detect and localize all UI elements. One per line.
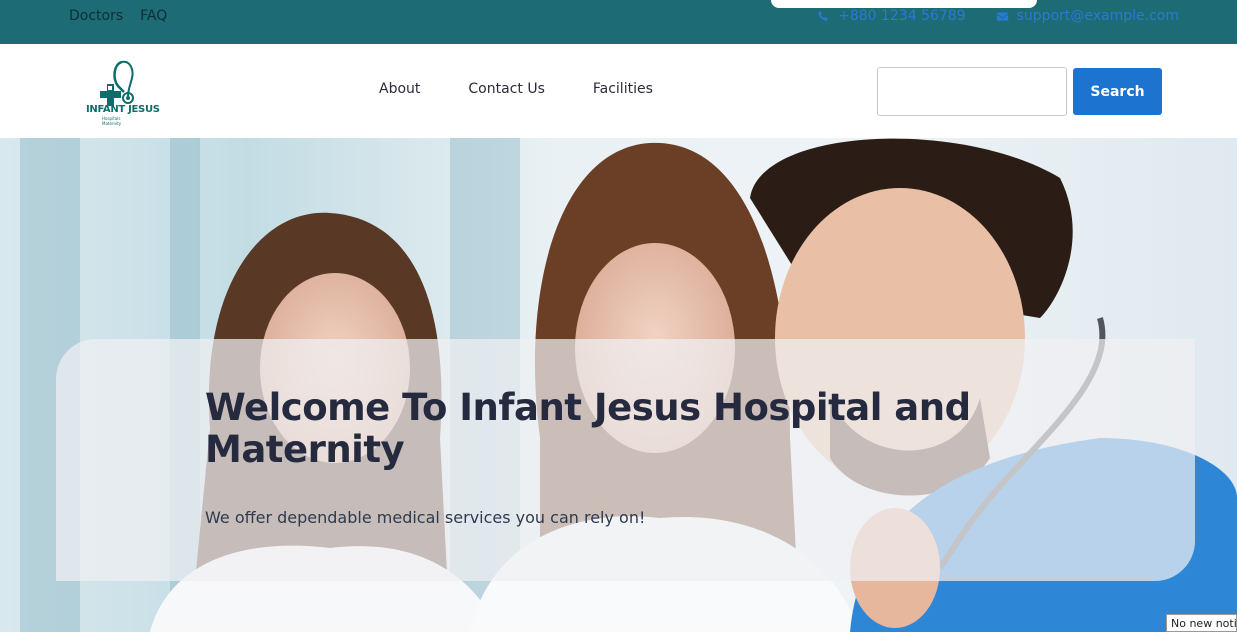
- logo-subtext: Hospitals Maternity: [102, 116, 122, 126]
- email-contact[interactable]: support@example.com: [996, 8, 1179, 24]
- search-input[interactable]: [877, 67, 1067, 116]
- top-bar-white-tab: [771, 0, 1037, 8]
- envelope-icon: [996, 11, 1008, 21]
- hero-title: Welcome To Infant Jesus Hospital and Mat…: [205, 386, 971, 471]
- hero-subtitle: We offer dependable medical services you…: [205, 508, 646, 527]
- email-address: support@example.com: [1016, 8, 1179, 24]
- nav-contact-us[interactable]: Contact Us: [468, 81, 544, 97]
- nav-bar: INFANT JESUS Hospitals Maternity About C…: [0, 44, 1237, 138]
- nav-facilities[interactable]: Facilities: [593, 81, 653, 97]
- phone-icon: [818, 10, 828, 21]
- top-link-doctors[interactable]: Doctors: [69, 8, 123, 24]
- phone-contact[interactable]: +880 1234 56789: [817, 8, 966, 24]
- site-logo[interactable]: INFANT JESUS Hospitals Maternity: [84, 56, 160, 128]
- main-menu: About Contact Us Facilities: [379, 81, 653, 97]
- logo-text: INFANT JESUS: [86, 104, 160, 115]
- top-link-faq[interactable]: FAQ: [140, 8, 167, 24]
- phone-number: +880 1234 56789: [838, 8, 966, 24]
- top-contact: +880 1234 56789 support@example.com: [817, 8, 1179, 24]
- top-links: Doctors FAQ: [69, 8, 167, 24]
- nav-about[interactable]: About: [379, 81, 420, 97]
- hero-section: Welcome To Infant Jesus Hospital and Mat…: [0, 138, 1237, 632]
- top-bar: Doctors FAQ +880 1234 56789 support@exam…: [0, 0, 1237, 44]
- search-button[interactable]: Search: [1073, 68, 1162, 115]
- notification-tooltip: No new notifications: [1166, 614, 1237, 632]
